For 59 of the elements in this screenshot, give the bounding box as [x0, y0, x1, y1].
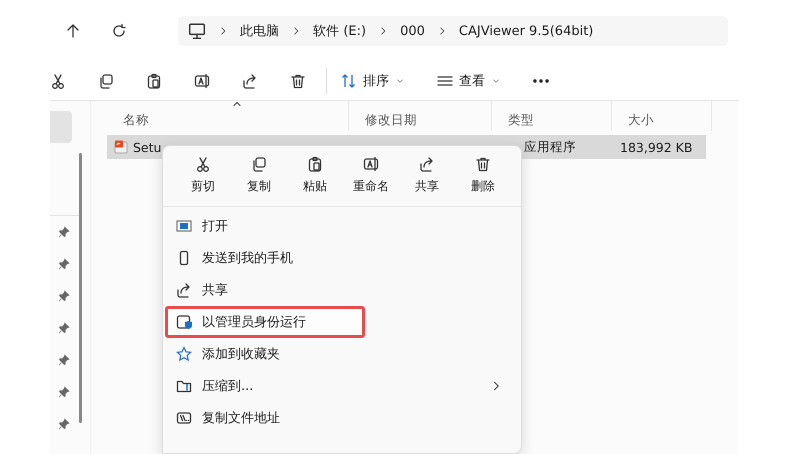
- breadcrumb-item[interactable]: 软件 (E:): [313, 22, 366, 40]
- clipboard-icon: [146, 73, 162, 89]
- clipboard-icon: [307, 156, 323, 172]
- rename-icon: [194, 73, 210, 89]
- sort-arrows-icon: [341, 73, 357, 89]
- up-arrow-icon: [65, 23, 82, 39]
- breadcrumb-item[interactable]: 此电脑: [240, 22, 280, 40]
- column-header[interactable]: 类型: [492, 101, 612, 131]
- star-icon: [176, 346, 192, 362]
- file-size: 183,992 KB: [619, 140, 694, 154]
- share-icon: [176, 282, 192, 298]
- view-menu-button[interactable]: 查看: [431, 66, 507, 96]
- more-icon: [533, 79, 549, 83]
- share-icon: [419, 156, 435, 172]
- shield-window-icon: [176, 314, 192, 330]
- pin-icon: [58, 418, 70, 430]
- zip-folder-icon: [176, 378, 192, 394]
- pin-icon: [58, 290, 70, 302]
- file-type: 应用程序: [523, 138, 577, 156]
- copy-icon: [98, 73, 114, 89]
- pin-icon: [58, 354, 70, 366]
- rename-icon: [363, 156, 379, 172]
- pin-icon: [58, 322, 70, 334]
- trash-icon: [475, 156, 491, 172]
- trash-icon: [290, 73, 306, 89]
- address-bar[interactable]: 此电脑 软件 (E:) 000 CAJViewer 9.5(64bit): [178, 16, 728, 46]
- paste-button[interactable]: 粘贴: [287, 156, 343, 206]
- app-file-icon: [113, 139, 129, 155]
- window-icon: [176, 218, 192, 234]
- share-icon: [242, 73, 258, 89]
- menu-item[interactable]: 以管理员身份运行: [165, 306, 365, 338]
- breadcrumb-item[interactable]: CAJViewer 9.5(64bit): [458, 24, 594, 38]
- column-header[interactable]: 大小: [612, 101, 712, 131]
- menu-item[interactable]: 复制文件地址: [165, 402, 519, 434]
- copy-icon: [251, 156, 267, 172]
- pin-icon: [58, 386, 70, 398]
- refresh-icon: [111, 23, 128, 39]
- menu-item[interactable]: 压缩到...: [165, 370, 519, 402]
- path-icon: [176, 410, 192, 426]
- scissors-icon: [195, 156, 211, 172]
- delete-button[interactable]: 删除: [455, 156, 511, 206]
- cut-button[interactable]: 剪切: [175, 156, 231, 206]
- column-header[interactable]: 修改日期: [349, 101, 492, 131]
- pin-icon: [58, 258, 70, 270]
- computer-icon: [188, 22, 206, 40]
- menu-item[interactable]: 共享: [165, 274, 519, 306]
- rename-button[interactable]: 重命名: [343, 156, 399, 206]
- file-name: Setu: [133, 140, 162, 154]
- menu-item[interactable]: 打开: [165, 210, 519, 242]
- breadcrumb-item[interactable]: 000: [400, 24, 425, 38]
- pin-icon: [58, 226, 70, 238]
- share-button[interactable]: 共享: [399, 156, 455, 206]
- copy-button[interactable]: 复制: [231, 156, 287, 206]
- menu-item[interactable]: 添加到收藏夹: [165, 338, 519, 370]
- scissors-icon: [50, 73, 66, 89]
- scrollbar[interactable]: [79, 153, 82, 423]
- menu-item[interactable]: 发送到我的手机: [165, 242, 519, 274]
- column-header[interactable]: 名称: [107, 101, 349, 131]
- sort-menu-button[interactable]: 排序: [335, 66, 411, 96]
